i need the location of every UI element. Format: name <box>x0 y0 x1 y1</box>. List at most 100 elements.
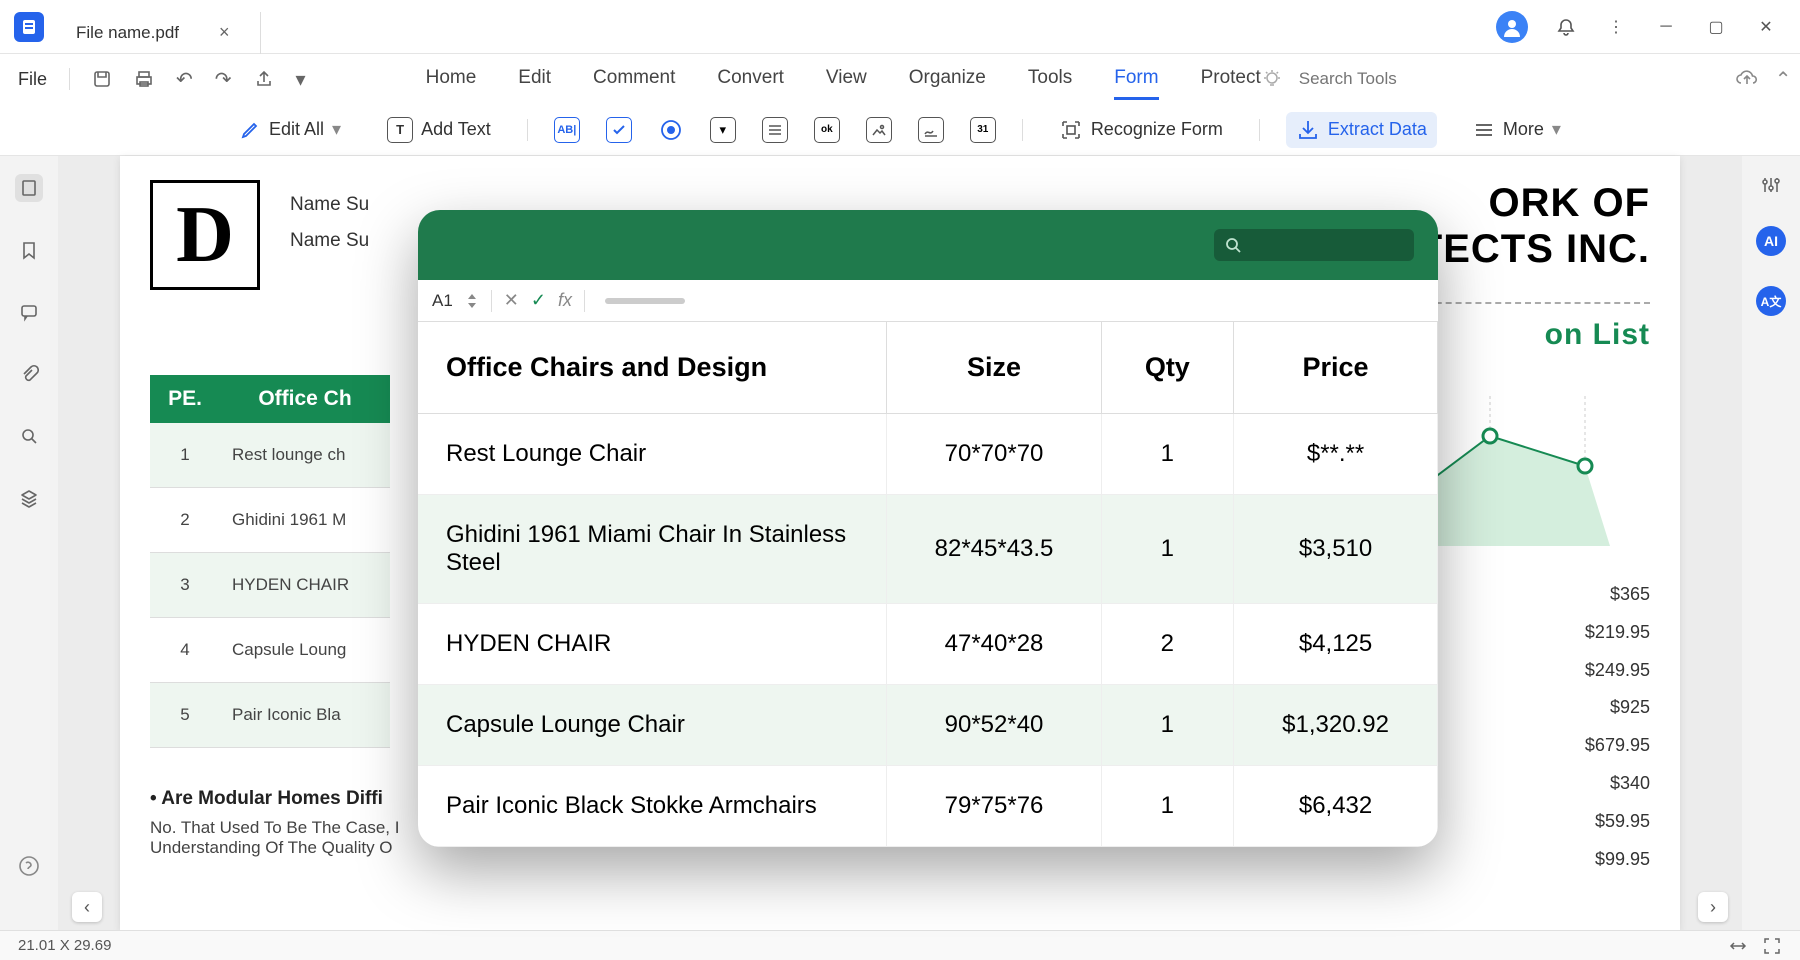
menu-item-comment[interactable]: Comment <box>593 59 675 100</box>
button-field-icon[interactable]: ok <box>814 117 840 143</box>
translate-badge-icon[interactable]: A文 <box>1756 286 1786 316</box>
undo-icon[interactable]: ↶ <box>176 67 193 92</box>
table-row[interactable]: HYDEN CHAIR47*40*282$4,125 <box>418 604 1438 685</box>
recognize-form-button[interactable]: Recognize Form <box>1049 112 1233 148</box>
dropdown-field-icon[interactable]: ▾ <box>710 117 736 143</box>
price-value: $59.95 <box>1585 803 1650 841</box>
file-menu[interactable]: File <box>18 69 47 90</box>
overlay-header-cell[interactable]: Size <box>887 322 1101 414</box>
bell-icon[interactable] <box>1554 15 1578 39</box>
add-text-label: Add Text <box>421 119 491 140</box>
table-row[interactable]: Pair Iconic Black Stokke Armchairs79*75*… <box>418 766 1438 847</box>
edit-all-button[interactable]: Edit All ▾ <box>229 113 351 147</box>
cell-size[interactable]: 82*45*43.5 <box>887 495 1101 604</box>
thumbnails-icon[interactable] <box>15 174 43 202</box>
stepper-icon[interactable] <box>465 292 479 310</box>
cell-size[interactable]: 79*75*76 <box>887 766 1101 847</box>
add-text-button[interactable]: T Add Text <box>377 111 501 149</box>
prev-page-button[interactable]: ‹ <box>72 892 102 922</box>
cell-size[interactable]: 90*52*40 <box>887 685 1101 766</box>
share-icon[interactable] <box>254 69 274 89</box>
text-field-icon[interactable]: AB| <box>554 117 580 143</box>
print-icon[interactable] <box>134 69 154 89</box>
formula-input[interactable] <box>605 298 685 304</box>
redo-icon[interactable]: ↷ <box>215 67 232 92</box>
menu-item-organize[interactable]: Organize <box>909 59 986 100</box>
extract-data-label: Extract Data <box>1328 119 1427 140</box>
overlay-header-cell[interactable]: Price <box>1234 322 1438 414</box>
image-field-icon[interactable] <box>866 117 892 143</box>
kebab-menu-icon[interactable]: ⋮ <box>1604 15 1628 39</box>
menu-item-view[interactable]: View <box>826 59 867 100</box>
search-tools-input[interactable] <box>1299 69 1439 89</box>
cell-size[interactable]: 70*70*70 <box>887 414 1101 495</box>
cell-name[interactable]: Ghidini 1961 Miami Chair In Stainless St… <box>418 495 887 604</box>
cell-price[interactable]: $6,432 <box>1234 766 1438 847</box>
main-menu: Home Edit Comment Convert View Organize Tools F… <box>306 59 1261 100</box>
cell-name[interactable]: HYDEN CHAIR <box>418 604 887 685</box>
date-field-icon[interactable]: 31 <box>970 117 996 143</box>
table-row[interactable]: Ghidini 1961 Miami Chair In Stainless St… <box>418 495 1438 604</box>
fit-width-icon[interactable] <box>1728 936 1748 956</box>
menu-item-edit[interactable]: Edit <box>518 59 551 100</box>
bookmark-icon[interactable] <box>15 236 43 264</box>
ai-badge-icon[interactable]: AI <box>1756 226 1786 256</box>
menu-item-form[interactable]: Form <box>1114 59 1158 100</box>
cell-price[interactable]: $**.** <box>1234 414 1438 495</box>
overlay-search[interactable] <box>1214 229 1414 261</box>
menu-item-tools[interactable]: Tools <box>1028 59 1072 100</box>
search-panel-icon[interactable] <box>15 422 43 450</box>
extract-data-button[interactable]: Extract Data <box>1286 112 1437 148</box>
maximize-icon[interactable]: ▢ <box>1704 15 1728 39</box>
more-button[interactable]: More ▾ <box>1463 113 1571 147</box>
tab-close-icon[interactable]: × <box>219 22 230 43</box>
radio-field-icon[interactable] <box>658 117 684 143</box>
cell-name[interactable]: Rest Lounge Chair <box>418 414 887 495</box>
price-value: $365 <box>1585 576 1650 614</box>
save-icon[interactable] <box>92 69 112 89</box>
overlay-header-cell[interactable]: Office Chairs and Design <box>418 322 887 414</box>
cell-name[interactable]: Pair Iconic Black Stokke Armchairs <box>418 766 887 847</box>
collapse-ribbon-icon[interactable]: ⌃ <box>1775 67 1792 92</box>
attachment-icon[interactable] <box>15 360 43 388</box>
overlay-header-cell[interactable]: Qty <box>1101 322 1234 414</box>
cloud-upload-icon[interactable] <box>1735 67 1759 91</box>
signature-field-icon[interactable] <box>918 117 944 143</box>
table-row[interactable]: Capsule Lounge Chair90*52*401$1,320.92 <box>418 685 1438 766</box>
menu-item-convert[interactable]: Convert <box>717 59 784 100</box>
cell-size[interactable]: 47*40*28 <box>887 604 1101 685</box>
fullscreen-icon[interactable] <box>1762 936 1782 956</box>
accept-formula-icon[interactable]: ✓ <box>531 290 546 311</box>
cell-price[interactable]: $4,125 <box>1234 604 1438 685</box>
help-icon[interactable] <box>15 852 43 880</box>
price-column: $365$219.95$249.95$925$679.95$340$59.95$… <box>1585 576 1650 878</box>
listbox-field-icon[interactable] <box>762 117 788 143</box>
price-value: $925 <box>1585 689 1650 727</box>
lightbulb-icon[interactable] <box>1261 68 1283 90</box>
price-value: $340 <box>1585 765 1650 803</box>
cell-price[interactable]: $3,510 <box>1234 495 1438 604</box>
comment-panel-icon[interactable] <box>15 298 43 326</box>
overlay-header <box>418 210 1438 280</box>
cell-qty[interactable]: 1 <box>1101 685 1234 766</box>
cell-name[interactable]: Capsule Lounge Chair <box>418 685 887 766</box>
user-avatar[interactable] <box>1496 11 1528 43</box>
layers-icon[interactable] <box>15 484 43 512</box>
table-row[interactable]: Rest Lounge Chair70*70*701$**.** <box>418 414 1438 495</box>
cell-qty[interactable]: 1 <box>1101 495 1234 604</box>
checkbox-field-icon[interactable] <box>606 117 632 143</box>
file-tab[interactable]: File name.pdf × <box>58 12 261 54</box>
properties-icon[interactable] <box>1760 174 1782 196</box>
cancel-formula-icon[interactable]: ✕ <box>504 290 519 311</box>
dropdown-icon[interactable]: ▾ <box>296 67 306 92</box>
cell-qty[interactable]: 1 <box>1101 414 1234 495</box>
fx-icon[interactable]: fx <box>558 290 572 311</box>
minimize-icon[interactable]: ─ <box>1654 15 1678 39</box>
next-page-button[interactable]: › <box>1698 892 1728 922</box>
close-window-icon[interactable]: ✕ <box>1754 15 1778 39</box>
menu-item-protect[interactable]: Protect <box>1201 59 1261 100</box>
cell-price[interactable]: $1,320.92 <box>1234 685 1438 766</box>
cell-qty[interactable]: 1 <box>1101 766 1234 847</box>
menu-item-home[interactable]: Home <box>426 59 477 100</box>
cell-qty[interactable]: 2 <box>1101 604 1234 685</box>
